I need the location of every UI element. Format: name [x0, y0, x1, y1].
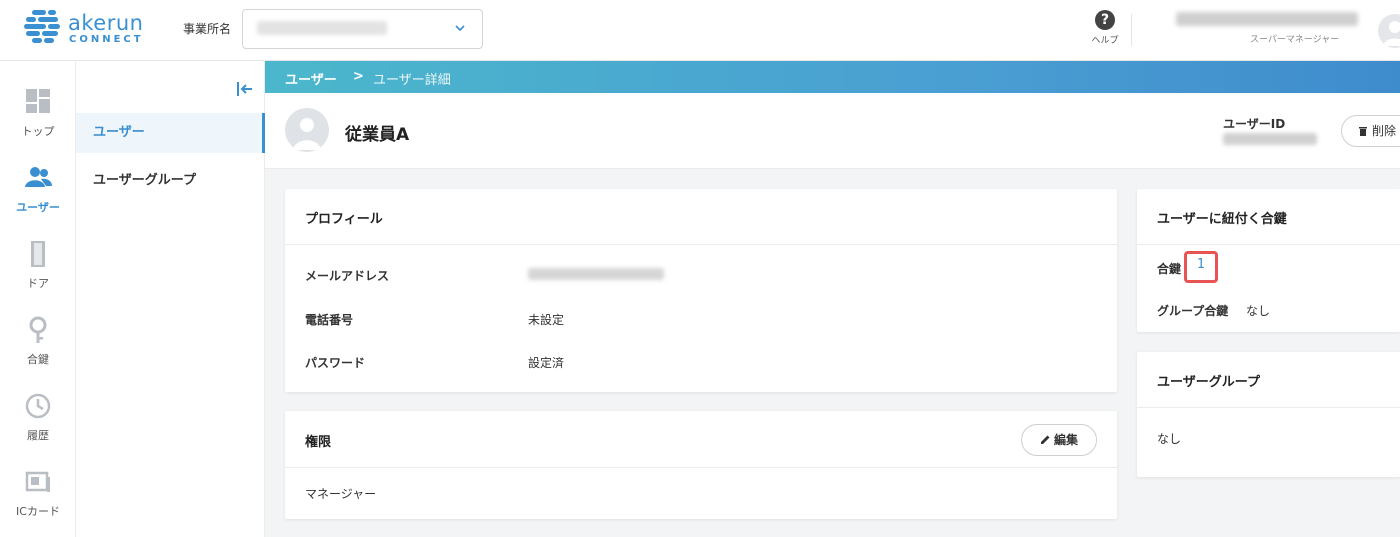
user-avatar: [285, 108, 329, 152]
office-label: 事業所名: [183, 22, 232, 36]
key-count-highlight: 1: [1184, 251, 1218, 283]
key-label: 合鍵: [1157, 262, 1182, 276]
rail-item-top[interactable]: トップ: [0, 87, 76, 139]
door-icon: [31, 241, 45, 267]
email-value: [528, 268, 664, 280]
rail-item-key[interactable]: 合鍵: [0, 315, 76, 367]
linked-keys-title: ユーザーに紐付く合鍵: [1157, 212, 1287, 227]
chevron-down-icon: [455, 25, 465, 32]
group-key-label: グループ合鍵: [1157, 304, 1229, 318]
card-divider: [1137, 244, 1400, 245]
help-button[interactable]: ? ヘルプ: [1088, 10, 1122, 50]
user-id-value: [1223, 133, 1317, 145]
permission-title: 権限: [305, 435, 332, 450]
header-divider: [1131, 14, 1132, 46]
permission-card: 権限 編集 マネージャー: [285, 411, 1117, 519]
pencil-icon: [1040, 435, 1050, 444]
rail-item-label: 合鍵: [27, 353, 49, 366]
collapse-sidebar-icon[interactable]: [236, 81, 254, 97]
rail-item-label: トップ: [21, 125, 55, 138]
user-id-label: ユーザーID: [1223, 117, 1286, 131]
email-label: メールアドレス: [305, 269, 390, 283]
edit-permission-button[interactable]: 編集: [1021, 424, 1097, 456]
delete-label: 削除: [1372, 124, 1397, 138]
subnav-item-user-groups[interactable]: ユーザーグループ: [76, 161, 265, 201]
dashboard-icon: [26, 89, 50, 113]
group-key-value: なし: [1246, 304, 1271, 318]
breadcrumb-separator: >: [353, 69, 364, 84]
help-label: ヘルプ: [1091, 36, 1119, 46]
user-role: スーパーマネージャー: [1250, 35, 1340, 45]
card-divider: [285, 467, 1117, 468]
office-select[interactable]: [242, 9, 483, 49]
user-groups-value: なし: [1157, 432, 1182, 446]
help-icon: ?: [1095, 10, 1115, 30]
user-name[interactable]: [1176, 12, 1358, 26]
user-avatar-icon: [1383, 21, 1400, 46]
user-avatar-icon: [293, 118, 321, 150]
user-detail-header: 従業員A ユーザーID 削除: [265, 93, 1400, 169]
permission-value: マネージャー: [305, 487, 377, 501]
users-icon: [25, 167, 52, 187]
card-divider: [1137, 407, 1400, 408]
profile-title: プロフィール: [305, 212, 383, 227]
rail-item-label: ドア: [27, 277, 49, 290]
phone-label: 電話番号: [305, 313, 354, 327]
rail-item-iccard[interactable]: ICカード: [0, 467, 76, 519]
key-icon: [29, 316, 47, 343]
rail-item-users[interactable]: ユーザー: [0, 163, 76, 215]
top-header: akerun CONNECT 事業所名 ? ヘルプ スーパーマネージャー: [0, 0, 1400, 61]
trash-icon: [1359, 127, 1367, 136]
password-label: パスワード: [305, 356, 366, 370]
breadcrumb: ユーザー > ユーザー詳細: [265, 61, 1400, 93]
linked-keys-card: ユーザーに紐付く合鍵 合鍵 1 グループ合鍵 なし: [1137, 189, 1400, 332]
rail-item-label: ICカード: [16, 505, 60, 518]
breadcrumb-current: ユーザー詳細: [373, 73, 451, 88]
card-divider: [285, 244, 1117, 245]
sub-navigation: ユーザー ユーザーグループ: [76, 61, 265, 537]
rail-item-history[interactable]: 履歴: [0, 391, 76, 443]
rail-item-door[interactable]: ドア: [0, 239, 76, 291]
password-value: 設定済: [528, 356, 565, 370]
ic-card-icon: [25, 471, 50, 492]
phone-value: 未設定: [528, 313, 565, 327]
delete-button[interactable]: 削除: [1341, 115, 1400, 147]
akerun-logo[interactable]: akerun CONNECT: [24, 10, 154, 46]
key-count-link[interactable]: 1: [1187, 257, 1215, 272]
user-groups-title: ユーザーグループ: [1157, 375, 1260, 390]
history-icon: [25, 393, 51, 419]
breadcrumb-parent[interactable]: ユーザー: [285, 69, 337, 88]
avatar[interactable]: [1378, 14, 1400, 48]
rail-item-label: ユーザー: [16, 201, 60, 214]
user-groups-card: ユーザーグループ なし: [1137, 352, 1400, 477]
profile-card: プロフィール メールアドレス 電話番号 未設定 パスワード 設定済: [285, 189, 1117, 392]
logo-subtext: CONNECT: [69, 34, 144, 45]
office-select-value: [257, 21, 387, 35]
subnav-item-users[interactable]: ユーザー: [76, 113, 265, 153]
logo-text: akerun: [68, 11, 144, 35]
edit-label: 編集: [1053, 433, 1078, 447]
akerun-logo-icon: [24, 10, 60, 43]
icon-rail: トップ ユーザー ドア 合鍵 履歴 ICカード: [0, 61, 76, 537]
rail-item-label: 履歴: [27, 429, 49, 442]
page-title: 従業員A: [345, 125, 410, 145]
